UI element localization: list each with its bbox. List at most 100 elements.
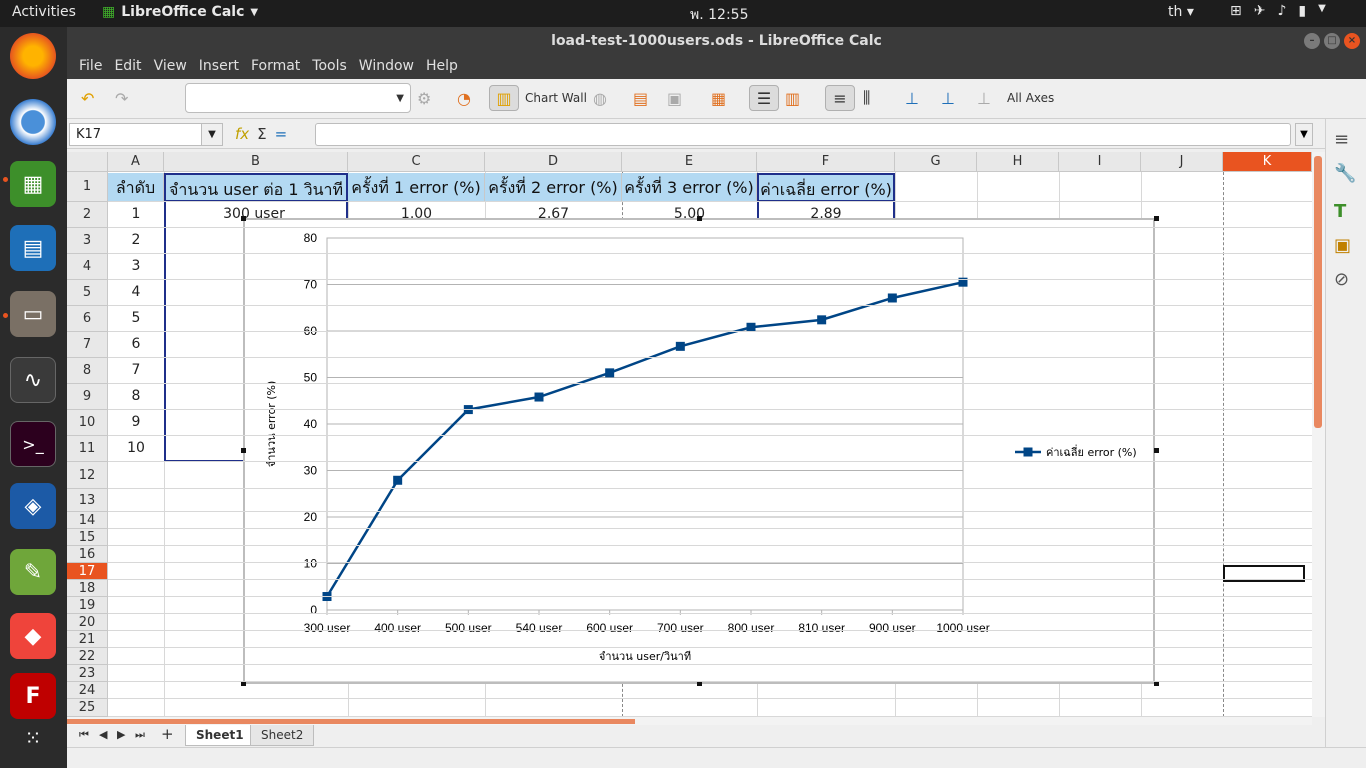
formula-icon[interactable]: = <box>275 125 288 143</box>
cell-a4[interactable]: 3 <box>108 258 164 274</box>
legend-on-off-icon[interactable]: ☰ <box>749 85 779 111</box>
cell-a5[interactable]: 4 <box>108 284 164 300</box>
horizontal-scrollbar[interactable] <box>67 717 1312 725</box>
row-header-3[interactable]: 3 <box>67 228 108 254</box>
properties-icon[interactable]: 🔧 <box>1334 163 1356 184</box>
menu-insert[interactable]: Insert <box>193 55 245 79</box>
chart-wall-icon[interactable]: ▥ <box>489 85 519 111</box>
row-header-19[interactable]: 19 <box>67 597 108 614</box>
row-header-2[interactable]: 2 <box>67 202 108 228</box>
column-header-c[interactable]: C <box>348 152 485 172</box>
last-sheet-icon[interactable]: ⏭ <box>135 728 145 742</box>
row-header-1[interactable]: 1 <box>67 172 108 202</box>
previous-sheet-icon[interactable]: ◀ <box>99 728 107 741</box>
data-table-icon[interactable]: ▤ <box>633 85 648 111</box>
files-icon[interactable]: ▭ <box>10 291 56 337</box>
row-header-11[interactable]: 11 <box>67 436 108 462</box>
activities-button[interactable]: Activities <box>12 4 76 20</box>
row-header-23[interactable]: 23 <box>67 665 108 682</box>
chromium-icon[interactable] <box>10 99 56 145</box>
format-axes-icon[interactable]: ⊥ <box>941 85 955 111</box>
styles-icon[interactable]: T <box>1334 201 1346 222</box>
row-header-12[interactable]: 12 <box>67 462 108 489</box>
insert-axes-icon[interactable]: ⊥ <box>905 85 919 111</box>
chevron-down-icon[interactable]: ▼ <box>201 123 223 146</box>
header-cell-error-1[interactable]: ครั้งที่ 1 error (%) <box>348 173 485 202</box>
row-header-5[interactable]: 5 <box>67 280 108 306</box>
terminal-icon[interactable]: >_ <box>10 421 56 467</box>
firefox-icon[interactable] <box>10 33 56 79</box>
column-header-f[interactable]: F <box>757 152 895 172</box>
chart-type-icon[interactable]: ◔ <box>457 85 471 111</box>
header-cell-index[interactable]: ลำดับ <box>108 173 164 202</box>
row-header-9[interactable]: 9 <box>67 384 108 410</box>
cell-a2[interactable]: 1 <box>108 206 164 222</box>
cell-a9[interactable]: 8 <box>108 388 164 404</box>
cell-a10[interactable]: 9 <box>108 414 164 430</box>
header-cell-error-2[interactable]: ครั้งที่ 2 error (%) <box>485 173 622 202</box>
libreoffice-impress-icon[interactable]: ▤ <box>10 225 56 271</box>
filezilla-icon[interactable]: F <box>10 673 56 719</box>
show-applications-icon[interactable]: ⁙ <box>10 715 56 761</box>
insert-titles-icon[interactable]: ▦ <box>711 85 726 111</box>
column-header-k[interactable]: K <box>1223 152 1312 172</box>
row-header-4[interactable]: 4 <box>67 254 108 280</box>
column-header-a[interactable]: A <box>108 152 164 172</box>
add-sheet-icon[interactable]: + <box>161 725 174 743</box>
column-header-j[interactable]: J <box>1141 152 1223 172</box>
function-wizard-icon[interactable]: fx <box>235 125 249 143</box>
column-header-b[interactable]: B <box>164 152 348 172</box>
column-header-g[interactable]: G <box>895 152 977 172</box>
all-axes-button[interactable]: All Axes <box>1007 85 1054 111</box>
cell-row2-f[interactable]: 2.89 <box>757 206 895 218</box>
menu-tools[interactable]: Tools <box>306 55 353 79</box>
menu-view[interactable]: View <box>148 55 193 79</box>
all-axes-icon[interactable]: ⊥ <box>977 85 991 111</box>
row-header-14[interactable]: 14 <box>67 512 108 529</box>
header-cell-users[interactable]: จำนวน user ต่อ 1 วินาที <box>164 173 348 202</box>
input-language[interactable]: th ▾ <box>1168 4 1194 20</box>
undo-icon[interactable]: ↶ <box>81 85 94 111</box>
minimize-button[interactable]: – <box>1304 33 1320 49</box>
expand-formula-icon[interactable]: ▼ <box>1295 123 1313 146</box>
row-header-7[interactable]: 7 <box>67 332 108 358</box>
libreoffice-calc-icon[interactable]: ▦ <box>10 161 56 207</box>
virtualbox-icon[interactable]: ◈ <box>10 483 56 529</box>
menu-format[interactable]: Format <box>245 55 306 79</box>
row-header-17[interactable]: 17 <box>67 563 108 580</box>
menu-icon[interactable]: ≡ <box>1334 129 1349 150</box>
cell-row2-c[interactable]: 1.00 <box>348 206 485 218</box>
row-header-10[interactable]: 10 <box>67 410 108 436</box>
format-selection-icon[interactable]: ⚙ <box>417 85 431 111</box>
row-header-20[interactable]: 20 <box>67 614 108 631</box>
column-header-e[interactable]: E <box>622 152 757 172</box>
notepadqq-icon[interactable]: ✎ <box>10 549 56 595</box>
first-sheet-icon[interactable]: ⏮ <box>79 728 89 742</box>
menu-edit[interactable]: Edit <box>108 55 147 79</box>
row-header-25[interactable]: 25 <box>67 699 108 717</box>
cell-row2-e[interactable]: 5.00 <box>622 206 757 218</box>
row-header-22[interactable]: 22 <box>67 648 108 665</box>
cell-a3[interactable]: 2 <box>108 232 164 248</box>
close-button[interactable]: × <box>1344 33 1360 49</box>
cell-a8[interactable]: 7 <box>108 362 164 378</box>
row-header-13[interactable]: 13 <box>67 489 108 512</box>
sheet-tab-sheet2[interactable]: Sheet2 <box>250 725 315 746</box>
system-tray[interactable]: ⊞ ✈ ♪ ▮ ▼ <box>1230 3 1326 19</box>
clock[interactable]: พ. 12:55 <box>690 4 748 26</box>
column-header-d[interactable]: D <box>485 152 622 172</box>
vertical-grids-icon[interactable]: ⫼ <box>863 85 870 111</box>
row-header-6[interactable]: 6 <box>67 306 108 332</box>
select-all-corner[interactable] <box>67 152 108 172</box>
sheet-tab-sheet1[interactable]: Sheet1 <box>185 725 255 746</box>
cell-a11[interactable]: 10 <box>108 440 164 456</box>
redo-icon[interactable]: ↷ <box>115 85 128 111</box>
column-header-h[interactable]: H <box>977 152 1059 172</box>
3d-view-icon[interactable]: ◍ <box>593 85 607 111</box>
chart-object[interactable]: 0 10 20 30 40 50 60 70 80 300 user 400 user 500 use… <box>243 218 1155 684</box>
name-box[interactable]: K17 ▼ <box>69 123 223 146</box>
column-header-i[interactable]: I <box>1059 152 1141 172</box>
chart-element-select[interactable]: ▼ <box>185 83 411 113</box>
sum-icon[interactable]: Σ <box>257 125 266 143</box>
system-monitor-icon[interactable]: ∿ <box>10 357 56 403</box>
